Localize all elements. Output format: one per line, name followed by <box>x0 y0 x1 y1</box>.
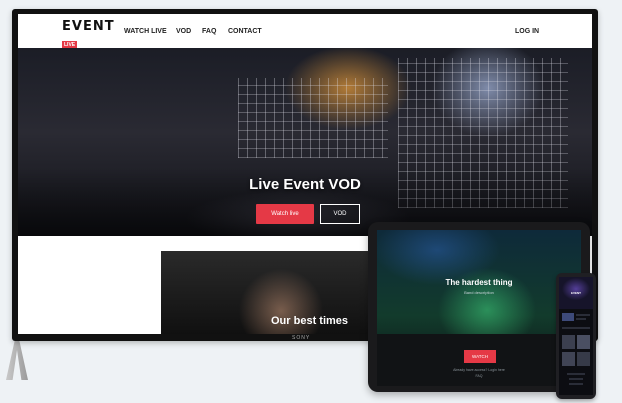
phone-text-line <box>569 378 583 380</box>
tv-stand <box>6 340 28 380</box>
phone-thumb[interactable] <box>577 352 590 366</box>
phone-text-line <box>567 373 585 375</box>
nav-watch-live[interactable]: WATCH LIVE <box>124 28 167 35</box>
login-link[interactable]: LOG IN <box>515 28 539 35</box>
best-times-card[interactable]: Our best times <box>161 251 391 334</box>
tablet-faq-link[interactable]: FAQ <box>377 374 581 378</box>
tv-brand-label: SONY <box>292 335 311 341</box>
phone-thumb[interactable] <box>562 352 575 366</box>
phone-hero: EVENT <box>559 277 593 309</box>
navbar: EVENT LIVE WATCH LIVE VOD FAQ CONTACT LO… <box>18 14 592 51</box>
tablet-title: The hardest thing <box>445 278 513 287</box>
tablet-login-hint[interactable]: Already have access? Login here <box>377 368 581 372</box>
phone-screen: EVENT <box>559 277 593 395</box>
nav-vod[interactable]: VOD <box>176 28 191 35</box>
phone-text-line <box>562 327 590 329</box>
phone-thumb[interactable] <box>562 335 575 349</box>
tablet-subtitle: Band description <box>464 290 494 295</box>
nav-faq[interactable]: FAQ <box>202 28 216 35</box>
tablet-watch-button[interactable]: WATCH <box>464 350 496 363</box>
phone-thumb[interactable] <box>562 313 574 321</box>
vod-button[interactable]: VOD <box>320 204 360 224</box>
logo[interactable]: EVENT LIVE <box>62 20 115 51</box>
tablet-screen: The hardest thing Band description WATCH… <box>377 230 581 386</box>
phone-hero-label: EVENT <box>570 291 581 295</box>
nav-contact[interactable]: CONTACT <box>228 28 262 35</box>
card-title: Our best times <box>271 315 349 327</box>
phone-text-line <box>569 383 583 385</box>
stage-truss-left <box>238 78 388 158</box>
phone-text-line <box>576 318 586 320</box>
watch-live-button[interactable]: Watch live <box>256 204 314 224</box>
logo-main-text: EVENT <box>62 19 115 34</box>
phone-thumb[interactable] <box>577 335 590 349</box>
hero-title: Live Event VOD <box>249 176 361 193</box>
phone-text-line <box>576 314 590 316</box>
